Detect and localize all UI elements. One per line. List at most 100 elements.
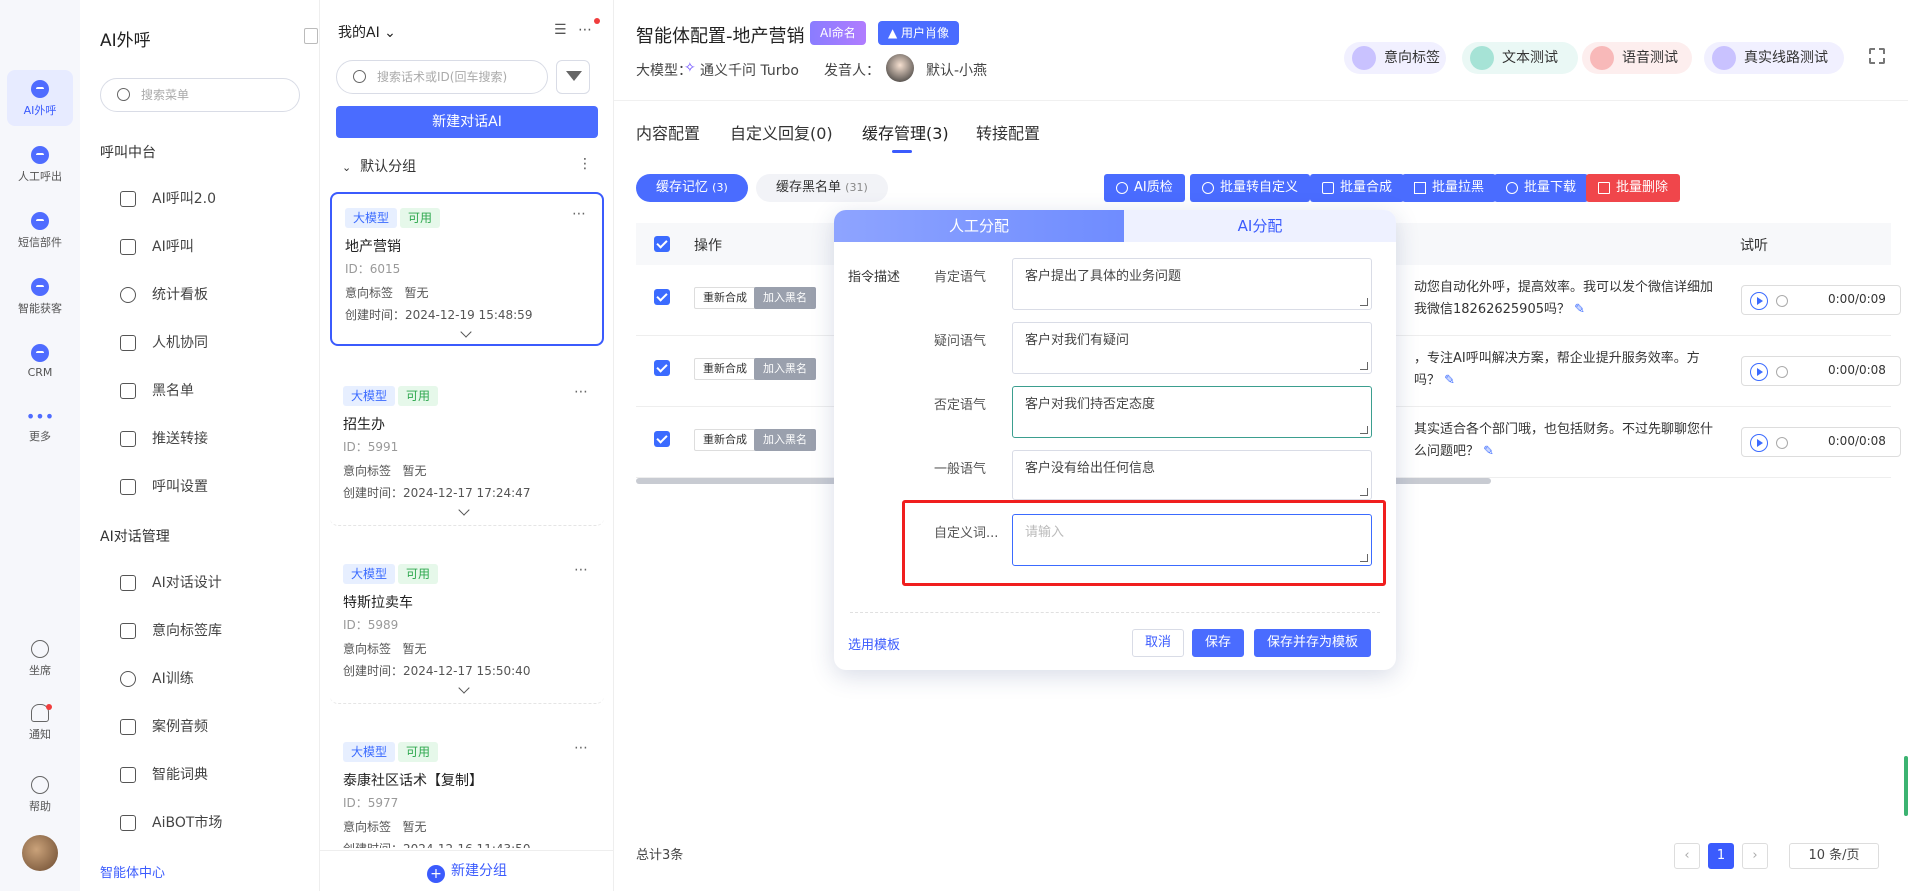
card-more-icon[interactable]: ⋯ — [572, 206, 586, 222]
menu-item-intent-lib[interactable]: 意向标签库 — [120, 620, 222, 642]
group-default[interactable]: ⌄ 默认分组 — [342, 156, 416, 176]
row-checkbox[interactable] — [654, 431, 670, 447]
menu-item-ai-call-2[interactable]: AI呼叫2.0 — [120, 188, 216, 210]
avatar[interactable] — [22, 835, 58, 871]
menu-item-transfer[interactable]: 推送转接 — [120, 428, 208, 450]
collapse-icon[interactable] — [304, 28, 318, 44]
add-blacklist-button[interactable]: 加入黑名 — [754, 358, 816, 380]
select-all-checkbox[interactable] — [654, 236, 670, 252]
menu-search-input[interactable]: 搜索菜单 — [100, 78, 300, 112]
sub-tab-cache-blacklist[interactable]: 缓存黑名单 (31) — [756, 174, 888, 202]
next-page-button[interactable]: › — [1742, 843, 1768, 869]
audio-knob[interactable] — [1776, 366, 1788, 378]
edit-icon[interactable]: ✎ — [1444, 373, 1455, 388]
expand-chevron-icon[interactable] — [458, 682, 470, 694]
fullscreen-icon[interactable] — [1869, 48, 1885, 64]
edit-icon[interactable]: ✎ — [1483, 444, 1494, 459]
menu-item-blacklist[interactable]: 黑名单 — [120, 380, 194, 402]
audio-knob[interactable] — [1776, 295, 1788, 307]
play-icon[interactable] — [1750, 292, 1768, 310]
resize-grip[interactable] — [1360, 426, 1368, 434]
ai-card[interactable]: 大模型 可用 ⋯ 地产营销 ID：6015 意向标签 暂无 创建时间：2024-… — [330, 192, 604, 346]
side-handle[interactable] — [1904, 756, 1908, 816]
sort-icon[interactable]: ☰ — [554, 22, 570, 38]
batch-to-custom-button[interactable]: 批量转自定义 — [1190, 174, 1311, 202]
rail-item-lead[interactable]: 智能获客 — [7, 268, 73, 324]
voice-test-button[interactable]: 语音测试 — [1582, 42, 1692, 74]
choose-template-link[interactable]: 选用模板 — [848, 634, 900, 653]
rail-item-help[interactable]: 帮助 — [0, 776, 80, 814]
menu-item-ai-train[interactable]: AI训练 — [120, 668, 194, 690]
menu-item-stats[interactable]: 统计看板 — [120, 284, 208, 306]
edit-icon[interactable]: ✎ — [1574, 302, 1585, 317]
audio-player[interactable]: 0:00/0:08 — [1741, 356, 1901, 386]
positive-tone-field[interactable]: 客户提出了具体的业务问题 — [1012, 258, 1372, 310]
menu-item-dialog-design[interactable]: AI对话设计 — [120, 572, 222, 594]
model-value[interactable]: 通义千问 Turbo — [700, 60, 799, 80]
neutral-tone-field[interactable]: 客户没有给出任何信息 — [1012, 450, 1372, 500]
audio-player[interactable]: 0:00/0:09 — [1741, 285, 1901, 315]
expand-chevron-icon[interactable] — [458, 504, 470, 516]
text-test-button[interactable]: 文本测试 — [1462, 42, 1578, 74]
more-icon[interactable]: ⋯ — [578, 22, 594, 38]
tab-cache-management[interactable]: 缓存管理(3) — [862, 120, 949, 144]
resynthesize-button[interactable]: 重新合成 — [694, 429, 756, 451]
cancel-button[interactable]: 取消 — [1132, 629, 1185, 657]
expand-chevron-icon[interactable] — [460, 326, 472, 338]
card-more-icon[interactable]: ⋯ — [574, 384, 588, 400]
intent-tag-button[interactable]: 意向标签 — [1344, 42, 1446, 74]
agent-center-link[interactable]: 智能体中心 — [100, 862, 165, 881]
new-dialog-ai-button[interactable]: 新建对话AI — [336, 106, 598, 138]
tab-manual-assign[interactable]: 人工分配 — [834, 210, 1124, 242]
resize-grip[interactable] — [1360, 488, 1368, 496]
audio-knob[interactable] — [1776, 437, 1788, 449]
speaker-value[interactable]: 默认-小燕 — [926, 60, 987, 80]
menu-item-call-settings[interactable]: 呼叫设置 — [120, 476, 208, 498]
menu-item-aibot-market[interactable]: AiBOT市场 — [120, 812, 222, 834]
batch-delete-button[interactable]: 批量删除 — [1586, 174, 1681, 202]
resynthesize-button[interactable]: 重新合成 — [694, 358, 756, 380]
my-ai-dropdown[interactable]: 我的AI ⌄ — [338, 22, 396, 42]
audio-player[interactable]: 0:00/0:08 — [1741, 427, 1901, 457]
batch-block-button[interactable]: 批量拉黑 — [1402, 174, 1497, 202]
rail-item-sms[interactable]: 短信部件 — [7, 202, 73, 258]
user-portrait-badge[interactable]: ▲ 用户肖像 — [878, 21, 960, 45]
tab-transfer-config[interactable]: 转接配置 — [976, 120, 1040, 144]
ai-qc-button[interactable]: AI质检 — [1104, 174, 1185, 202]
rail-item-ai-call[interactable]: AI外呼 — [7, 70, 73, 126]
card-more-icon[interactable]: ⋯ — [574, 740, 588, 756]
menu-item-case-audio[interactable]: 案例音频 — [120, 716, 208, 738]
ai-card[interactable]: 大模型 可用 ⋯ 招生办 ID：5991 意向标签 暂无 创建时间：2024-1… — [330, 372, 604, 526]
play-icon[interactable] — [1750, 363, 1768, 381]
prev-page-button[interactable]: ‹ — [1674, 843, 1700, 869]
tab-content-config[interactable]: 内容配置 — [636, 120, 700, 144]
filter-icon[interactable] — [556, 60, 590, 94]
rail-item-manual-call[interactable]: 人工呼出 — [7, 136, 73, 192]
ai-search-input[interactable]: 搜索话术或ID(回车搜索) — [336, 60, 548, 94]
batch-download-button[interactable]: 批量下载 — [1494, 174, 1589, 202]
row-checkbox[interactable] — [654, 289, 670, 305]
ai-card[interactable]: 大模型 可用 ⋯ 特斯拉卖车 ID：5989 意向标签 暂无 创建时间：2024… — [330, 550, 604, 704]
new-group-button[interactable]: + 新建分组 — [320, 850, 614, 891]
negative-tone-field[interactable]: 客户对我们持否定态度 — [1012, 386, 1372, 438]
add-blacklist-button[interactable]: 加入黑名 — [754, 287, 816, 309]
rail-item-more[interactable]: ••• 更多 — [7, 400, 73, 456]
rail-item-notice[interactable]: 通知 — [0, 704, 80, 742]
menu-item-collab[interactable]: 人机协同 — [120, 332, 208, 354]
page-size-select[interactable]: 10 条/页 — [1789, 843, 1879, 869]
batch-synthesize-button[interactable]: 批量合成 — [1310, 174, 1405, 202]
question-tone-field[interactable]: 客户对我们有疑问 — [1012, 322, 1372, 374]
rail-item-crm[interactable]: CRM — [7, 334, 73, 390]
row-checkbox[interactable] — [654, 360, 670, 376]
sub-tab-cache-memory[interactable]: 缓存记忆 (3) — [636, 174, 748, 202]
rail-item-seat[interactable]: 坐席 — [0, 640, 80, 678]
ai-name-badge[interactable]: AI命名 — [810, 21, 866, 45]
page-1-button[interactable]: 1 — [1708, 843, 1734, 869]
play-icon[interactable] — [1750, 434, 1768, 452]
ai-card[interactable]: 大模型 可用 ⋯ 泰康社区话术【复制】 ID：5977 意向标签 暂无 创建时间… — [330, 728, 604, 848]
tab-custom-reply[interactable]: 自定义回复(0) — [730, 120, 833, 144]
card-more-icon[interactable]: ⋯ — [574, 562, 588, 578]
resynthesize-button[interactable]: 重新合成 — [694, 287, 756, 309]
group-more-icon[interactable]: ⋮ — [578, 156, 592, 172]
save-as-template-button[interactable]: 保存并存为模板 — [1254, 629, 1372, 657]
